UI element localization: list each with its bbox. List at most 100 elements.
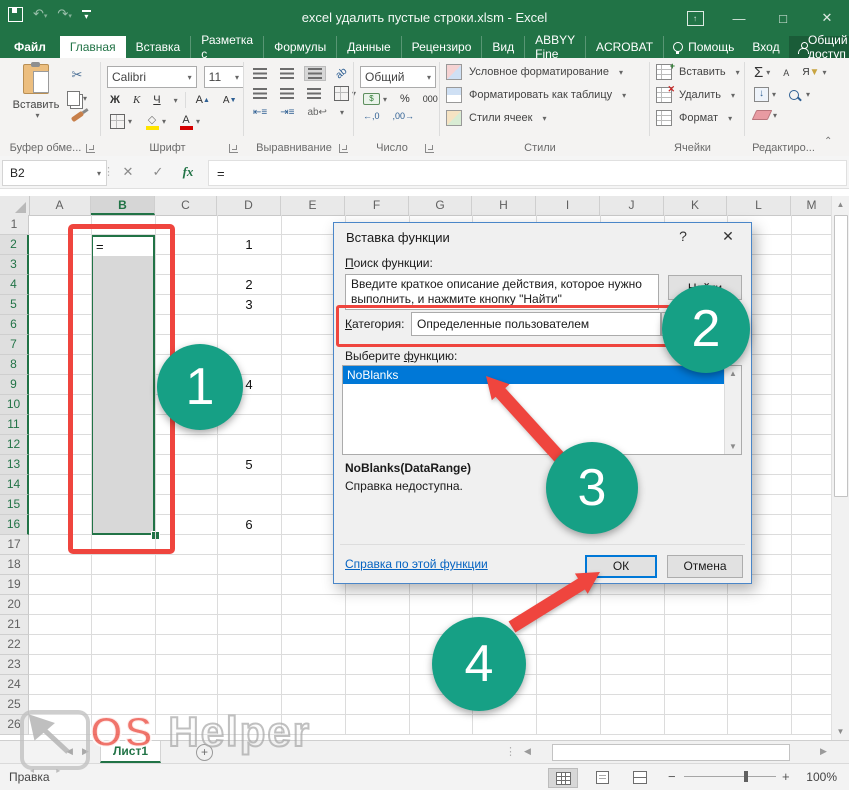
chevron-down-icon[interactable]: ▾ (174, 96, 178, 105)
dialog-close-button[interactable]: ✕ (716, 228, 740, 245)
italic-button[interactable]: К (130, 93, 143, 107)
cancel-entry-button[interactable]: ✕ (115, 160, 141, 184)
sort-filter-button[interactable]: А (780, 67, 792, 79)
tab-Помощь[interactable]: Помощь (664, 36, 743, 58)
font-name-combo[interactable]: Calibri▾ (107, 66, 197, 88)
dialog-launcher-icon[interactable] (86, 144, 95, 153)
maximize-button[interactable]: □ (761, 0, 805, 36)
borders-button[interactable]: ▾ (107, 113, 135, 130)
format-cells-button[interactable]: Формат (679, 112, 718, 124)
function-list[interactable]: NoBlanks ▲ ▼ (342, 365, 742, 455)
dialog-launcher-icon[interactable] (229, 144, 238, 153)
row-header-15[interactable]: 15 (0, 495, 29, 515)
zoom-in-button[interactable]: + (782, 769, 790, 784)
column-header-J[interactable]: J (600, 196, 664, 215)
row-header-17[interactable]: 17 (0, 535, 29, 555)
row-header-3[interactable]: 3 (0, 255, 29, 275)
page-layout-view-button[interactable] (588, 768, 616, 786)
row-header-22[interactable]: 22 (0, 635, 29, 655)
insert-cells-button[interactable]: Вставить (679, 66, 726, 78)
column-header-E[interactable]: E (281, 196, 345, 215)
scroll-up-icon[interactable]: ▲ (725, 366, 741, 381)
row-header-6[interactable]: 6 (0, 315, 29, 335)
horizontal-scrollbar[interactable] (540, 744, 814, 760)
row-header-19[interactable]: 19 (0, 575, 29, 595)
collapse-ribbon-button[interactable]: ⌃ (824, 136, 832, 147)
column-header-I[interactable]: I (536, 196, 600, 215)
percent-style-button[interactable]: % (397, 92, 413, 106)
find-select-button[interactable]: ▾ (786, 89, 813, 101)
tab-Общий доступ[interactable]: Общий доступ (789, 36, 849, 58)
sheet-nav-left-icon[interactable]: ◀ (66, 746, 73, 757)
fill-button[interactable]: ↓▾ (751, 86, 779, 103)
cell-D5[interactable]: 3 (217, 295, 281, 315)
cell-D4[interactable]: 2 (217, 275, 281, 295)
font-size-combo[interactable]: 11▾ (204, 66, 244, 88)
chevron-down-icon[interactable]: ▾ (340, 108, 344, 117)
row-header-5[interactable]: 5 (0, 295, 29, 315)
align-middle-button[interactable] (277, 67, 297, 80)
row-header-23[interactable]: 23 (0, 655, 29, 675)
decrease-indent-button[interactable]: ⇤≡ (250, 106, 270, 119)
column-header-G[interactable]: G (409, 196, 472, 215)
fill-color-button[interactable]: ◇▾ (142, 112, 169, 131)
insert-function-button[interactable]: fx (175, 160, 201, 184)
font-color-button[interactable]: А▾ (176, 113, 203, 131)
row-header-2[interactable]: 2 (0, 235, 29, 255)
zoom-level[interactable]: 100% (806, 770, 837, 784)
formula-input[interactable]: = (208, 160, 847, 186)
ok-button[interactable]: ОК (585, 555, 657, 578)
row-header-10[interactable]: 10 (0, 395, 29, 415)
vertical-scrollbar[interactable]: ▲ ▼ (831, 196, 849, 740)
zoom-slider-thumb[interactable] (744, 771, 748, 782)
name-box[interactable]: B2▾ (2, 160, 107, 186)
select-all-corner[interactable] (0, 196, 30, 215)
cell-D13[interactable]: 5 (217, 455, 281, 475)
vertical-scroll-thumb[interactable] (834, 215, 848, 497)
column-header-D[interactable]: D (217, 196, 281, 215)
scroll-down-icon[interactable]: ▼ (725, 439, 741, 454)
sheet-tab-list1[interactable]: Лист1 (100, 741, 161, 763)
enter-entry-button[interactable]: ✓ (145, 160, 171, 184)
tab-Главная[interactable]: Главная (60, 36, 126, 58)
horizontal-scroll-thumb[interactable] (552, 744, 790, 761)
column-header-L[interactable]: L (727, 196, 791, 215)
tab-Формулы[interactable]: Формулы (264, 36, 337, 58)
dialog-help-button[interactable]: ? (672, 228, 694, 244)
hscroll-right-icon[interactable]: ▶ (820, 746, 827, 757)
shrink-font-button[interactable]: А▼ (220, 94, 240, 107)
ribbon-display-options-button[interactable]: ↑ (673, 0, 717, 36)
underline-button[interactable]: Ч (150, 93, 163, 107)
column-header-F[interactable]: F (345, 196, 409, 215)
cancel-button[interactable]: Отмена (667, 555, 743, 578)
row-header-1[interactable]: 1 (0, 215, 29, 235)
autosum-button[interactable]: Σ▾ (751, 63, 773, 82)
column-header-C[interactable]: C (155, 196, 217, 215)
scroll-down-icon[interactable]: ▼ (832, 723, 849, 740)
cell-D16[interactable]: 6 (217, 515, 281, 535)
row-header-18[interactable]: 18 (0, 555, 29, 575)
align-top-button[interactable] (250, 67, 270, 80)
format-as-table-button[interactable]: Форматировать как таблицу (469, 89, 612, 101)
row-header-7[interactable]: 7 (0, 335, 29, 355)
column-header-H[interactable]: H (472, 196, 536, 215)
comma-style-button[interactable]: 000 (420, 93, 441, 105)
row-header-24[interactable]: 24 (0, 675, 29, 695)
row-header-16[interactable]: 16 (0, 515, 29, 535)
wrap-text-button[interactable]: ab↩ (304, 106, 330, 119)
sort-filter-button2[interactable]: Я▼▾ (799, 66, 829, 79)
page-break-view-button[interactable] (626, 768, 654, 786)
conditional-formatting-button[interactable]: Условное форматирование (469, 66, 609, 78)
column-header-K[interactable]: K (664, 196, 727, 215)
row-header-25[interactable]: 25 (0, 695, 29, 715)
row-header-21[interactable]: 21 (0, 615, 29, 635)
grow-font-button[interactable]: А▲ (193, 93, 213, 107)
sheet-nav-right-icon[interactable]: ▶ (82, 746, 89, 757)
align-left-button[interactable] (250, 87, 270, 100)
bold-button[interactable]: Ж (107, 93, 123, 107)
minimize-button[interactable]: — (717, 0, 761, 36)
tab-Вход[interactable]: Вход (743, 36, 788, 58)
row-header-26[interactable]: 26 (0, 715, 29, 735)
orientation-button[interactable]: аb (331, 63, 352, 84)
copy-button[interactable]: ▾ (64, 90, 90, 107)
